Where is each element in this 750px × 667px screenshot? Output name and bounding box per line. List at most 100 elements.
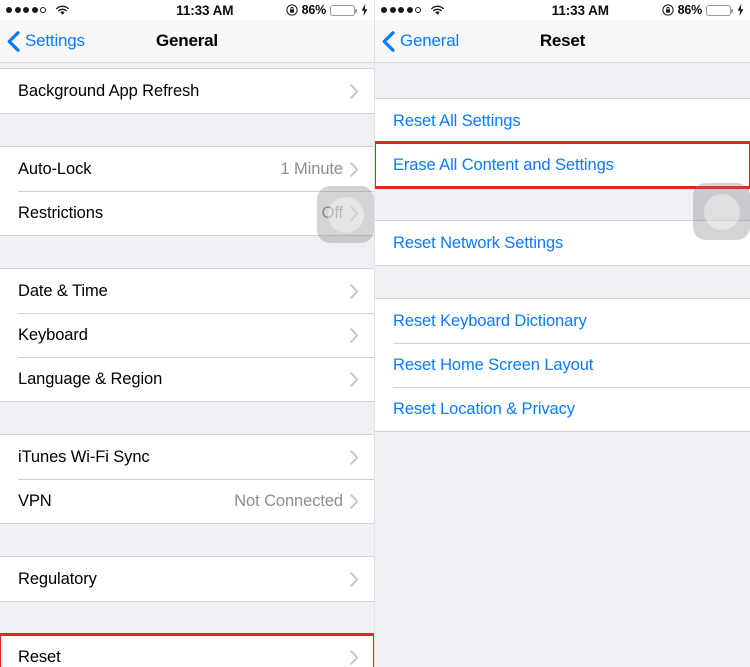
row-language-and-region[interactable]: Language & Region xyxy=(0,357,374,401)
status-bar-clock: 11:33 AM xyxy=(176,2,234,18)
row-label: Reset Network Settings xyxy=(393,233,564,252)
status-bar-clock: 11:33 AM xyxy=(551,2,609,18)
cellular-signal-icon xyxy=(6,7,46,13)
row-label: Background App Refresh xyxy=(18,81,200,100)
row-background-app-refresh[interactable]: Background App Refresh xyxy=(0,69,374,113)
chevron-right-icon xyxy=(350,371,366,387)
lightning-bolt-icon xyxy=(735,4,744,16)
status-bar-left-group xyxy=(6,5,124,16)
battery-icon xyxy=(706,4,733,16)
settings-group: Reset Keyboard Dictionary Reset Home Scr… xyxy=(375,298,750,432)
list-spacer xyxy=(375,188,750,220)
list-spacer xyxy=(0,524,374,556)
row-reset-keyboard-dictionary[interactable]: Reset Keyboard Dictionary xyxy=(375,299,750,343)
status-bar-center-group: 11:33 AM xyxy=(499,3,662,18)
chevron-right-icon xyxy=(350,283,366,299)
row-label: VPN xyxy=(18,491,52,510)
row-value: 1 Minute xyxy=(280,159,344,178)
status-bar-right-group: 86% xyxy=(285,3,368,17)
chevron-right-icon xyxy=(350,83,366,99)
row-label: Erase All Content and Settings xyxy=(393,155,614,174)
signal-dot xyxy=(381,7,387,13)
back-button-general[interactable]: General xyxy=(375,30,460,52)
list-spacer xyxy=(0,114,374,146)
status-bar-right-group: 86% xyxy=(661,3,744,17)
row-label: Date & Time xyxy=(18,281,108,300)
chevron-right-icon xyxy=(350,571,366,587)
row-date-and-time[interactable]: Date & Time xyxy=(0,269,374,313)
signal-dot-empty xyxy=(40,7,46,13)
row-label: Reset Location & Privacy xyxy=(393,399,575,418)
settings-group: Regulatory xyxy=(0,556,374,602)
row-label: Reset xyxy=(18,647,61,666)
left-phone-screen: 11:33 AM 86% Settings General Background… xyxy=(0,0,375,667)
chevron-right-icon xyxy=(350,449,366,465)
row-label: Restrictions xyxy=(18,203,103,222)
navigation-bar-right: General Reset xyxy=(375,20,750,63)
list-spacer xyxy=(0,236,374,268)
chevron-right-icon xyxy=(350,493,366,509)
row-label: Reset Home Screen Layout xyxy=(393,355,594,374)
status-bar-left: 11:33 AM 86% xyxy=(0,0,374,20)
list-spacer xyxy=(0,402,374,434)
lightning-bolt-icon xyxy=(359,4,368,16)
row-label: Auto-Lock xyxy=(18,159,92,178)
status-bar-left-group xyxy=(381,5,499,16)
row-vpn[interactable]: VPN Not Connected xyxy=(0,479,374,523)
row-label: Keyboard xyxy=(18,325,88,344)
row-restrictions[interactable]: Restrictions Off xyxy=(0,191,374,235)
signal-dot xyxy=(389,7,396,13)
battery-percentage: 86% xyxy=(677,3,703,17)
row-label: Reset Keyboard Dictionary xyxy=(393,311,587,330)
row-label: Reset All Settings xyxy=(393,111,521,130)
settings-group: Date & Time Keyboard Language & Region xyxy=(0,268,374,402)
row-reset-all-settings[interactable]: Reset All Settings xyxy=(375,99,750,143)
settings-group: Reset xyxy=(0,633,374,667)
settings-group: Auto-Lock 1 Minute Restrictions Off xyxy=(0,146,374,236)
navigation-bar-left: Settings General xyxy=(0,20,374,63)
signal-dot xyxy=(398,7,404,13)
chevron-right-icon xyxy=(350,205,366,221)
row-erase-all-content-and-settings[interactable]: Erase All Content and Settings xyxy=(375,141,750,189)
settings-group: Reset Network Settings xyxy=(375,220,750,266)
row-label: Language & Region xyxy=(18,369,163,388)
back-button-settings[interactable]: Settings xyxy=(0,30,85,52)
row-keyboard[interactable]: Keyboard xyxy=(0,313,374,357)
cellular-signal-icon xyxy=(381,7,421,13)
battery-percentage: 86% xyxy=(301,3,327,17)
signal-dot xyxy=(31,7,38,13)
row-label: Regulatory xyxy=(18,569,97,588)
settings-group: Reset All Settings Erase All Content and… xyxy=(375,98,750,189)
row-label: iTunes Wi-Fi Sync xyxy=(18,447,150,466)
settings-list-general: Background App Refresh Auto-Lock 1 Minut… xyxy=(0,63,374,667)
signal-dot xyxy=(23,7,29,13)
battery-icon xyxy=(330,4,357,16)
dual-screenshot-container: 11:33 AM 86% Settings General Background… xyxy=(0,0,750,667)
back-button-label: General xyxy=(400,31,460,50)
back-button-label: Settings xyxy=(25,31,85,50)
signal-dot xyxy=(14,7,21,13)
status-bar-right: 11:33 AM 86% xyxy=(375,0,750,20)
row-itunes-wifi-sync[interactable]: iTunes Wi-Fi Sync xyxy=(0,435,374,479)
chevron-right-icon xyxy=(350,327,366,343)
list-spacer xyxy=(375,63,750,98)
settings-list-reset: Reset All Settings Erase All Content and… xyxy=(375,63,750,667)
signal-dot-empty xyxy=(415,7,421,13)
row-reset-home-screen-layout[interactable]: Reset Home Screen Layout xyxy=(375,343,750,387)
chevron-right-icon xyxy=(350,161,366,177)
row-reset-location-and-privacy[interactable]: Reset Location & Privacy xyxy=(375,387,750,431)
row-value: Off xyxy=(321,203,344,222)
signal-dot xyxy=(406,7,413,13)
row-reset[interactable]: Reset xyxy=(0,633,374,667)
row-regulatory[interactable]: Regulatory xyxy=(0,557,374,601)
row-reset-network-settings[interactable]: Reset Network Settings xyxy=(375,221,750,265)
list-spacer xyxy=(375,266,750,298)
right-phone-screen: 11:33 AM 86% General Reset Reset All Set… xyxy=(375,0,750,667)
rotation-lock-icon xyxy=(661,4,674,16)
rotation-lock-icon xyxy=(285,4,298,16)
row-auto-lock[interactable]: Auto-Lock 1 Minute xyxy=(0,147,374,191)
row-value: Not Connected xyxy=(234,491,343,510)
wifi-icon xyxy=(430,5,445,16)
wifi-icon xyxy=(55,5,70,16)
status-bar-center-group: 11:33 AM xyxy=(124,3,286,18)
